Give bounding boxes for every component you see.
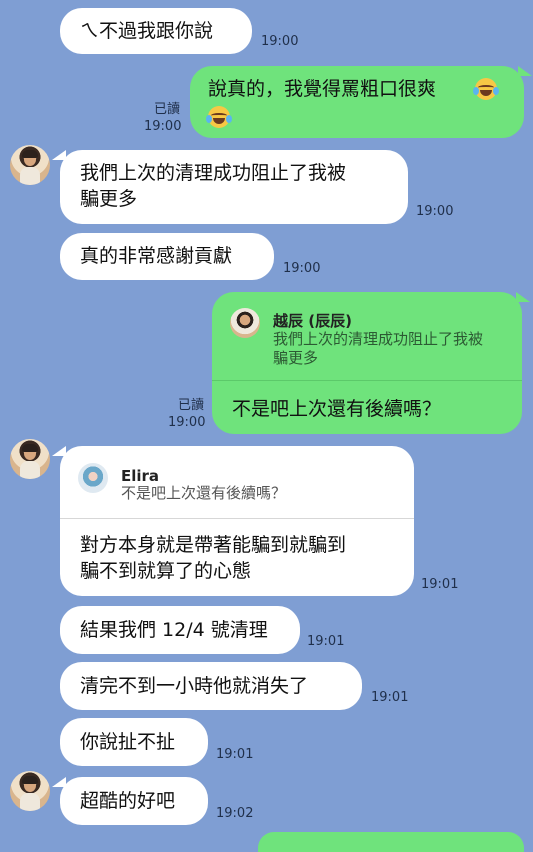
message-text: 不是吧上次還有後續嗎？ xyxy=(232,398,442,420)
incoming-message-bubble[interactable]: 清完不到一小時他就消失了 xyxy=(60,662,362,710)
message-time: 19:00 xyxy=(283,261,321,276)
message-text: ㄟ不過我跟你說 xyxy=(80,20,214,42)
message-time: 19:00 xyxy=(416,204,454,219)
bubble-tail xyxy=(516,292,530,302)
laughing-emoji-icon xyxy=(206,106,232,132)
incoming-reply-bubble[interactable]: Elira 不是吧上次還有後續嗎？ 對方本身就是帶著能騙到就騙到 騙不到就算了的… xyxy=(60,446,414,596)
message-text: 真的非常感謝貢獻 xyxy=(80,245,233,267)
message-time: 19:00 xyxy=(168,415,206,430)
message-time: 19:01 xyxy=(421,577,459,592)
contact-avatar[interactable] xyxy=(10,771,50,811)
bubble-tail xyxy=(518,66,532,76)
incoming-message-bubble[interactable]: 超酷的好吧 xyxy=(60,777,208,825)
outgoing-reply-bubble[interactable]: 越辰 (辰辰) 我們上次的清理成功阻止了我被 騙更多 不是吧上次還有後續嗎？ xyxy=(212,292,522,434)
reply-quoted-text: 騙更多 xyxy=(273,349,319,367)
incoming-message-bubble[interactable]: 我們上次的清理成功阻止了我被 騙更多 xyxy=(60,150,408,224)
message-time: 19:02 xyxy=(216,806,254,821)
contact-avatar[interactable] xyxy=(10,439,50,479)
read-receipt: 已讀 xyxy=(177,398,204,413)
message-text: 超酷的好吧 xyxy=(80,790,176,812)
outgoing-message-bubble[interactable] xyxy=(258,832,524,852)
incoming-message-bubble[interactable]: 你說扯不扯 xyxy=(60,718,208,766)
outgoing-message-bubble[interactable]: 說真的，我覺得罵粗口很爽 xyxy=(190,66,524,138)
message-text: 你說扯不扯 xyxy=(80,731,176,753)
message-time: 19:00 xyxy=(261,34,299,49)
laughing-emoji-icon xyxy=(473,78,499,104)
incoming-message-bubble[interactable]: 真的非常感謝貢獻 xyxy=(60,233,274,280)
message-text: 結果我們 12/4 號清理 xyxy=(80,619,268,641)
reply-divider xyxy=(212,380,522,381)
message-time: 19:01 xyxy=(371,690,409,705)
message-time: 19:00 xyxy=(144,119,182,134)
reply-avatar xyxy=(78,463,108,493)
message-text: 對方本身就是帶著能騙到就騙到 xyxy=(80,534,347,556)
incoming-message-bubble[interactable]: ㄟ不過我跟你說 xyxy=(60,8,252,54)
message-text: 我們上次的清理成功阻止了我被 xyxy=(80,162,347,184)
message-text: 說真的，我覺得罵粗口很爽 xyxy=(208,78,437,100)
message-text: 騙不到就算了的心態 xyxy=(80,560,252,582)
message-time: 19:01 xyxy=(216,747,254,762)
reply-quoted-text: 不是吧上次還有後續嗎？ xyxy=(121,484,287,502)
message-time: 19:01 xyxy=(307,634,345,649)
contact-avatar[interactable] xyxy=(10,145,50,185)
incoming-message-bubble[interactable]: 結果我們 12/4 號清理 xyxy=(60,606,300,654)
message-text: 清完不到一小時他就消失了 xyxy=(80,675,309,697)
read-receipt: 已讀 xyxy=(153,102,180,117)
reply-avatar xyxy=(230,308,260,338)
message-text: 騙更多 xyxy=(80,188,138,210)
reply-quoted-text: 我們上次的清理成功阻止了我被 xyxy=(273,330,484,348)
reply-divider xyxy=(60,518,414,519)
